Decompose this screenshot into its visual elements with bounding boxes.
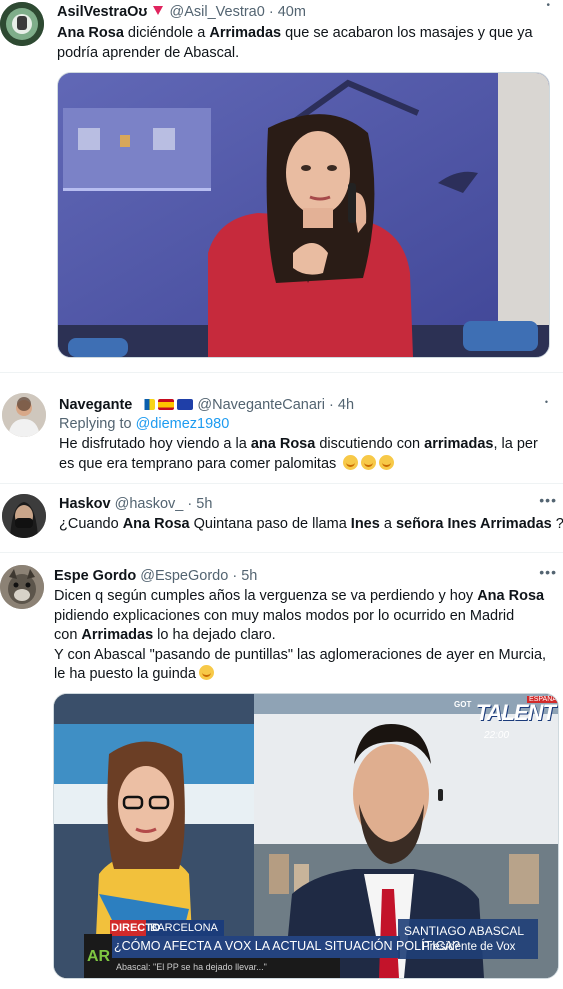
eu-flag-icon <box>177 399 194 410</box>
broadcast-clock: 22:00 <box>484 730 510 741</box>
smiling-emoji-icon <box>343 454 359 470</box>
user-name[interactable]: AsilVestraOʊ <box>57 4 147 20</box>
user-name[interactable]: Navegante <box>59 397 132 413</box>
person-role-caption: Presidente de Vox <box>422 941 516 953</box>
more-icon[interactable]: • <box>545 397 549 407</box>
timestamp[interactable]: 5h <box>241 568 257 584</box>
separator-dot: · <box>268 4 274 20</box>
more-icon[interactable]: • <box>546 0 551 11</box>
tweet-text: Ana Rosa diciéndole a Arrimadas que se a… <box>57 25 533 61</box>
canary-flag-icon <box>139 399 156 410</box>
city-tag: BARCELONA <box>150 922 218 934</box>
tweet-text: He disfrutado hoy viendo a la ana Rosa d… <box>59 436 538 472</box>
tweet-navegante[interactable]: Navegante @NaveganteCanari · 4h • Replyi… <box>0 373 563 483</box>
user-name[interactable]: Espe Gordo <box>54 568 136 584</box>
smiling-emoji-icon <box>361 454 377 470</box>
user-handle[interactable]: @haskov_ <box>115 496 184 512</box>
timestamp[interactable]: 40m <box>278 4 306 20</box>
replying-to: Replying to @diemez1980 <box>59 416 230 432</box>
tweet-image[interactable]: GOT TALENT ESPAÑA 22:00 DIRECTO BARCELON… <box>53 693 559 979</box>
broadcast-ticker: Abascal: "El PP se ha dejado llevar..." <box>116 962 267 972</box>
avatar[interactable] <box>2 393 46 437</box>
timestamp[interactable]: 4h <box>338 397 354 413</box>
smiling-emoji-icon <box>379 454 395 470</box>
tweet-espegordo[interactable]: Espe Gordo @EspeGordo · 5h ••• Dicen q s… <box>0 553 563 989</box>
tweet-image[interactable] <box>57 72 550 358</box>
channel-logo: GOT TALENT ESPAÑA <box>454 696 558 725</box>
tweet-text: ¿Cuando Ana Rosa Quintana paso de llama … <box>59 516 563 532</box>
user-handle[interactable]: @EspeGordo <box>140 568 228 584</box>
broadcast-headline: ¿CÓMO AFECTA A VOX LA ACTUAL SITUACIÓN P… <box>114 939 460 953</box>
channel-badge: AR <box>87 948 111 965</box>
user-name[interactable]: Haskov <box>59 496 111 512</box>
avatar[interactable] <box>2 494 46 538</box>
person-name-caption: SANTIAGO ABASCAL <box>404 924 525 938</box>
tweet-text: Dicen q según cumples años la verguenza … <box>54 588 547 682</box>
verified-badge-icon <box>153 6 164 15</box>
user-handle[interactable]: @NaveganteCanari <box>197 397 325 413</box>
avatar[interactable] <box>0 2 44 46</box>
more-icon[interactable]: ••• <box>539 492 557 508</box>
separator-dot: · <box>232 568 238 584</box>
separator-dot: · <box>187 496 193 512</box>
avatar[interactable] <box>0 565 44 609</box>
separator-dot: · <box>329 397 334 413</box>
reply-mention-link[interactable]: @diemez1980 <box>136 416 230 432</box>
user-handle[interactable]: @Asil_Vestra0 <box>169 4 264 20</box>
tweet-asilvestra[interactable]: AsilVestraOʊ @Asil_Vestra0 · 40m • Ana R… <box>0 0 563 372</box>
timestamp[interactable]: 5h <box>196 496 212 512</box>
more-icon[interactable]: ••• <box>539 564 557 580</box>
relieved-emoji-icon <box>198 665 214 680</box>
spain-flag-icon <box>158 399 175 410</box>
tweet-haskov[interactable]: Haskov @haskov_ · 5h ••• ¿Cuando Ana Ros… <box>0 484 563 552</box>
